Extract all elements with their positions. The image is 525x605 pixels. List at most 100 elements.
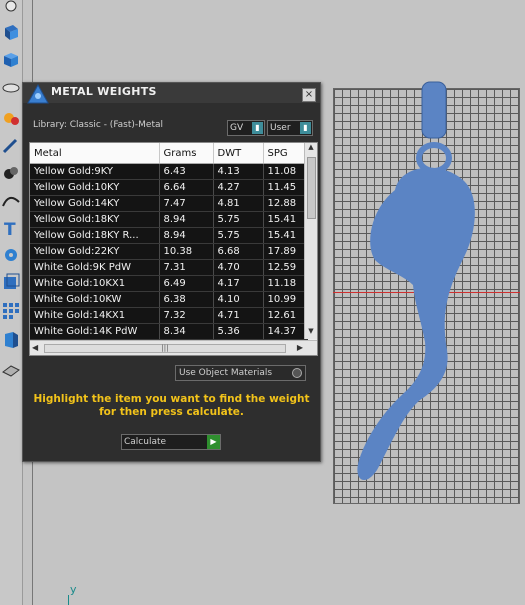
cell-metal: White Gold:14K PdW [30,323,160,340]
cell-metal: Yellow Gold:9KY [30,163,160,180]
scroll-right-icon[interactable]: ▶ [297,343,303,352]
cell-metal: Yellow Gold:14KY [30,195,160,212]
horizontal-scroll-thumb[interactable]: ||| [44,344,286,353]
table-row[interactable]: Yellow Gold:14KY 7.47 4.81 12.88 [30,195,308,212]
instructions-text: Highlight the item you want to find the … [33,393,310,418]
column-header-grams[interactable]: Grams [159,143,214,164]
cell-spg: 17.89 [263,243,308,260]
horizontal-scrollbar[interactable]: ◀ ||| ▶ [30,340,317,355]
table-row[interactable]: White Gold:9K PdW 7.31 4.70 12.59 [30,259,308,276]
cell-dwt: 4.81 [213,195,264,212]
gv-dropdown-icon: ▮ [252,122,263,134]
cell-metal: Yellow Gold:10KY [30,179,160,196]
gear-icon[interactable] [1,245,21,265]
cell-metal: Yellow Gold:22KY [30,243,160,260]
gv-dropdown[interactable]: GV ▮ [227,120,265,136]
user-dropdown-icon: ▮ [300,122,311,134]
scroll-up-icon[interactable]: ▲ [305,143,317,155]
table-row[interactable]: White Gold:14KX1 7.32 4.71 12.61 [30,307,308,324]
blob-icon[interactable] [1,163,21,183]
cell-dwt: 4.17 [213,275,264,292]
table-row[interactable]: Yellow Gold:18KY 8.94 5.75 15.41 [30,211,308,228]
cell-metal: White Gold:10KW [30,291,160,308]
use-object-materials-toggle[interactable]: Use Object Materials [175,365,306,381]
prism-icon[interactable] [1,330,21,350]
user-dropdown[interactable]: User ▮ [267,120,313,136]
link-icon[interactable] [1,137,21,157]
axis-label: y [70,583,77,596]
array-icon[interactable] [1,300,21,320]
cell-grams: 10.38 [159,243,214,260]
scroll-down-icon[interactable]: ▼ [305,327,317,339]
cell-metal: White Gold:10KX1 [30,275,160,292]
cell-grams: 6.43 [159,163,214,180]
axis-tick [68,595,69,605]
scroll-left-icon[interactable]: ◀ [32,343,38,352]
plane-icon[interactable] [1,358,21,378]
table-row[interactable]: White Gold:10KX1 6.49 4.17 11.18 [30,275,308,292]
cell-dwt: 4.70 [213,259,264,276]
material-icon[interactable] [1,108,21,128]
cell-dwt: 4.13 [213,163,264,180]
table-row[interactable]: Yellow Gold:22KY 10.38 6.68 17.89 [30,243,308,260]
gv-label: GV [230,123,244,133]
cell-grams: 7.31 [159,259,214,276]
table-row[interactable]: Yellow Gold:10KY 6.64 4.27 11.45 [30,179,308,196]
cell-dwt: 4.27 [213,179,264,196]
sphere-icon-2[interactable] [1,78,21,98]
cell-spg: 15.41 [263,227,308,244]
metal-table-grid: Metal Grams DWT SPG Yellow Gold:9KY 6.43 4… [30,143,308,340]
text-icon[interactable]: T [1,218,21,238]
cell-grams: 8.94 [159,211,214,228]
cell-dwt: 5.36 [213,323,264,340]
cell-spg: 12.88 [263,195,308,212]
cell-spg: 14.37 [263,323,308,340]
cell-metal: Yellow Gold:18KY [30,211,160,228]
cell-spg: 10.99 [263,291,308,308]
cube-icon[interactable] [1,272,21,292]
calculate-button[interactable]: Calculate ▶ [121,434,221,450]
column-header-dwt[interactable]: DWT [213,143,264,164]
panel-title: METAL WEIGHTS [51,85,157,98]
metal-table[interactable]: Metal Grams DWT SPG Yellow Gold:9KY 6.43 4… [29,142,318,356]
panel-titlebar[interactable]: METAL WEIGHTS × [23,83,320,104]
metal-weights-panel: METAL WEIGHTS × Library: Classic - (Fast… [22,82,321,462]
vertical-scroll-thumb[interactable] [307,157,316,219]
table-row[interactable]: White Gold:14K PdW 8.34 5.36 14.37 [30,323,308,340]
box-icon[interactable] [1,22,21,42]
metal-weights-icon [25,83,51,107]
shape-icon[interactable] [1,0,21,20]
cell-dwt: 5.75 [213,227,264,244]
cell-metal: White Gold:9K PdW [30,259,160,276]
cell-spg: 15.41 [263,211,308,228]
cell-grams: 7.47 [159,195,214,212]
library-label: Library: Classic - (Fast)-Metal [33,120,164,130]
column-header-metal[interactable]: Metal [30,143,160,164]
cell-spg: 12.59 [263,259,308,276]
cell-spg: 11.08 [263,163,308,180]
pendant-model[interactable] [355,80,485,490]
cell-spg: 12.61 [263,307,308,324]
cell-metal: White Gold:14KX1 [30,307,160,324]
table-row[interactable]: White Gold:10KW 6.38 4.10 10.99 [30,291,308,308]
cell-dwt: 6.68 [213,243,264,260]
table-row[interactable]: Yellow Gold:9KY 6.43 4.13 11.08 [30,163,308,180]
cell-grams: 6.49 [159,275,214,292]
sphere-icon[interactable] [1,50,21,70]
cell-grams: 6.38 [159,291,214,308]
cell-grams: 8.34 [159,323,214,340]
user-label: User [270,123,291,133]
calculate-label: Calculate [124,437,167,447]
cell-spg: 11.18 [263,275,308,292]
column-header-spg[interactable]: SPG [263,143,308,164]
use-object-materials-label: Use Object Materials [179,368,273,378]
cell-dwt: 4.71 [213,307,264,324]
table-row[interactable]: Yellow Gold:18KY R... 8.94 5.75 15.41 [30,227,308,244]
vertical-scrollbar[interactable]: ▲ ▼ [304,143,317,339]
toggle-radio-icon[interactable] [292,368,302,378]
close-button[interactable]: × [302,88,316,102]
cell-grams: 8.94 [159,227,214,244]
left-toolbar: T [0,0,33,605]
curve-icon[interactable] [1,190,21,210]
cell-spg: 11.45 [263,179,308,196]
